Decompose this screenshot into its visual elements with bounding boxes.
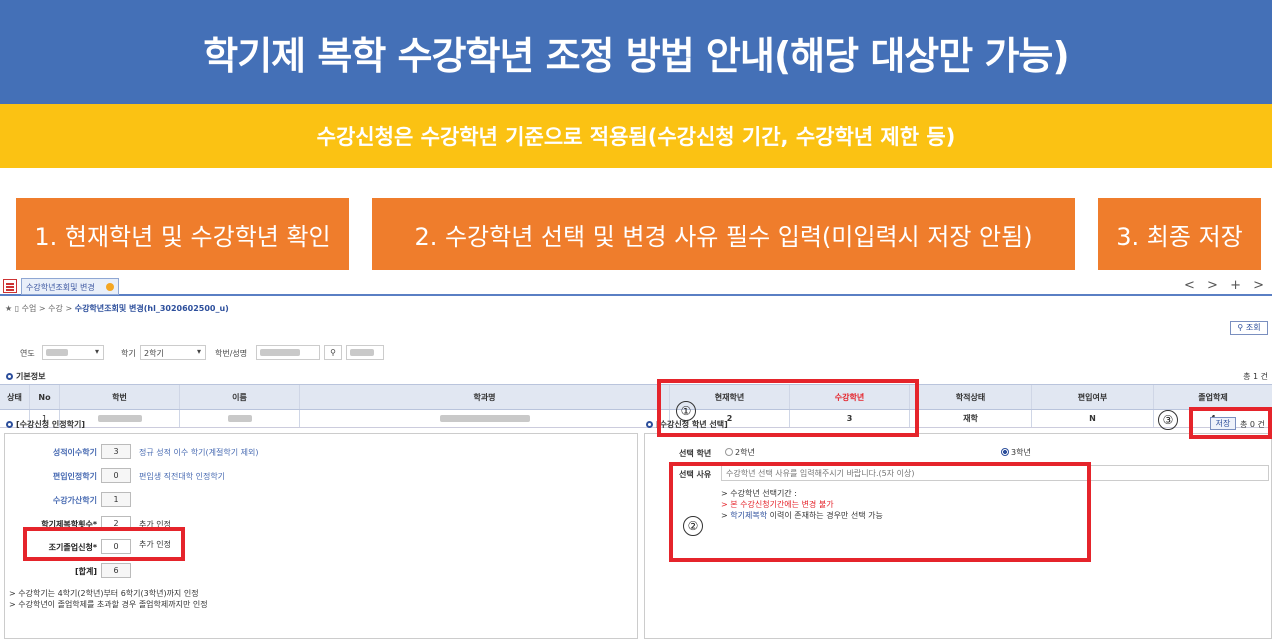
banner-title: 학기제 복학 수강학년 조정 방법 안내(해당 대상만 가능) xyxy=(203,33,1069,78)
student-input[interactable] xyxy=(256,345,320,360)
credit-value: 0 xyxy=(101,468,131,483)
table-header: 상태 No 학번 이름 학과명 현재학년 수강학년 학적상태 편입여부 졸업학제 xyxy=(0,384,1272,410)
credit-value: 3 xyxy=(101,444,131,459)
search-icon: ⚲ xyxy=(330,348,336,357)
term-label: 학기 xyxy=(121,349,136,358)
subtitle-banner: 수강신청은 수강학년 기준으로 적용됨(수강신청 기간, 수강학년 제한 등) xyxy=(0,104,1272,168)
col-enroll-status[interactable]: 학적상태 xyxy=(910,385,1032,409)
marker-1: ① xyxy=(676,401,696,421)
year-label: 연도 xyxy=(20,349,35,358)
credit-value: 1 xyxy=(101,492,131,507)
breadcrumb: ★ ▯ 수업 > 수강 > 수강학년조회및 변경(hl_3020602500_u… xyxy=(5,303,229,314)
col-transfer[interactable]: 편입여부 xyxy=(1032,385,1154,409)
radio-3rd-year[interactable]: 3학년 xyxy=(1001,447,1031,458)
credit-note: 편입생 직전대학 인정학기 xyxy=(139,472,226,481)
credit-label: 성적이수학기 xyxy=(52,448,97,457)
cell-enroll-status: 재학 xyxy=(910,410,1032,427)
credit-row: 편입인정학기 0 편입생 직전대학 인정학기 xyxy=(5,468,305,484)
tab-nav-arrows[interactable]: < > + > xyxy=(1184,278,1268,293)
search-icon: ⚲ xyxy=(1237,323,1244,332)
basic-info-title: 기본정보 xyxy=(6,371,45,382)
tab-bar: 수강학년조회및 변경 < > + > xyxy=(0,277,1272,296)
col-name[interactable]: 이름 xyxy=(180,385,300,409)
credit-total: 6 xyxy=(101,563,131,578)
col-department[interactable]: 학과명 xyxy=(300,385,670,409)
highlight-save xyxy=(1189,407,1272,439)
step-2-label: 2. 수강학년 선택 및 변경 사유 필수 입력(미입력시 저장 안됨) xyxy=(372,198,1075,270)
highlight-year-select xyxy=(669,462,1091,562)
col-status[interactable]: 상태 xyxy=(0,385,30,409)
col-no[interactable]: No xyxy=(30,385,60,409)
note-line: > 수강학기는 4학기(2학년)부터 6학기(3학년)까지 인정 xyxy=(9,589,199,598)
menu-icon[interactable] xyxy=(3,279,17,293)
credit-label: 편입인정학기 xyxy=(52,472,97,481)
col-student-id[interactable]: 학번 xyxy=(60,385,180,409)
chevron-down-icon: ▾ xyxy=(196,347,201,356)
select-year-label: 선택 학년 xyxy=(679,449,712,458)
table-row[interactable]: 1 2 3 재학 N 4 xyxy=(0,410,1272,428)
marker-2: ② xyxy=(683,516,703,536)
tab-course-year[interactable]: 수강학년조회및 변경 xyxy=(21,278,119,295)
radio-icon xyxy=(725,448,733,456)
star-icon[interactable]: ★ xyxy=(5,304,12,313)
credit-section-title: [수강신청 인정학기] xyxy=(6,419,85,430)
title-banner: 학기제 복학 수강학년 조정 방법 안내(해당 대상만 가능) xyxy=(0,0,1272,104)
credit-notes: > 수강학기는 4학기(2학년)부터 6학기(3학년)까지 인정 > 수강학년이… xyxy=(9,588,208,610)
bullet-icon xyxy=(646,421,653,428)
student-search-button[interactable]: ⚲ xyxy=(324,345,342,360)
cell-name xyxy=(180,410,300,427)
radio-2nd-year[interactable]: 2학년 xyxy=(725,447,755,458)
highlight-return-count xyxy=(23,527,185,561)
banner-subtitle: 수강신청은 수강학년 기준으로 적용됨(수강신청 기간, 수강학년 제한 등) xyxy=(316,125,956,149)
app-window: 수강학년조회및 변경 < > + > ★ ▯ 수업 > 수강 > 수강학년조회및… xyxy=(0,277,1272,639)
bullet-icon xyxy=(6,421,13,428)
step-1-label: 1. 현재학년 및 수강학년 확인 xyxy=(16,198,349,270)
query-label: 조회 xyxy=(1245,323,1261,332)
term-select[interactable]: 2학기 ▾ xyxy=(140,345,206,360)
note-line: > 수강학년이 졸업학제를 초과할 경우 졸업학제까지만 인정 xyxy=(9,600,208,609)
credit-total-row: [합계] 6 xyxy=(5,563,305,579)
breadcrumb-path: 수업 > 수강 > xyxy=(21,304,75,313)
term-value: 2학기 xyxy=(144,349,164,358)
chevron-down-icon: ▾ xyxy=(94,347,99,356)
credit-note: 정규 성적 이수 학기(계절학기 제외) xyxy=(139,448,259,457)
search-bar: 연도 ▾ 학기 2학기 ▾ 학번/성명 ⚲ xyxy=(0,341,1272,365)
highlight-year-columns xyxy=(657,379,919,437)
credit-row: 수강가산학기 1 xyxy=(5,492,305,508)
credit-row: 성적이수학기 3 정규 성적 이수 학기(계절학기 제외) xyxy=(5,444,305,460)
marker-3: ③ xyxy=(1158,410,1178,430)
credit-label: [합계] xyxy=(74,567,97,576)
student-label: 학번/성명 xyxy=(215,349,248,358)
bullet-icon xyxy=(6,373,13,380)
radio-checked-icon xyxy=(1001,448,1009,456)
query-button[interactable]: ⚲ 조회 xyxy=(1230,321,1268,335)
basic-info-count: 총 1 건 xyxy=(1243,372,1268,381)
cell-transfer: N xyxy=(1032,410,1154,427)
breadcrumb-current: 수강학년조회및 변경(hl_3020602500_u) xyxy=(74,304,229,313)
tab-label: 수강학년조회및 변경 xyxy=(26,283,95,292)
col-grad-years[interactable]: 졸업학제 xyxy=(1154,385,1272,409)
credit-label: 수강가산학기 xyxy=(52,496,97,505)
year-select[interactable]: ▾ xyxy=(42,345,104,360)
cell-department xyxy=(300,410,670,427)
student-name-field xyxy=(346,345,384,360)
page-icon: ▯ xyxy=(14,304,20,313)
step-3-label: 3. 최종 저장 xyxy=(1098,198,1261,270)
tab-close-icon[interactable] xyxy=(106,283,114,291)
